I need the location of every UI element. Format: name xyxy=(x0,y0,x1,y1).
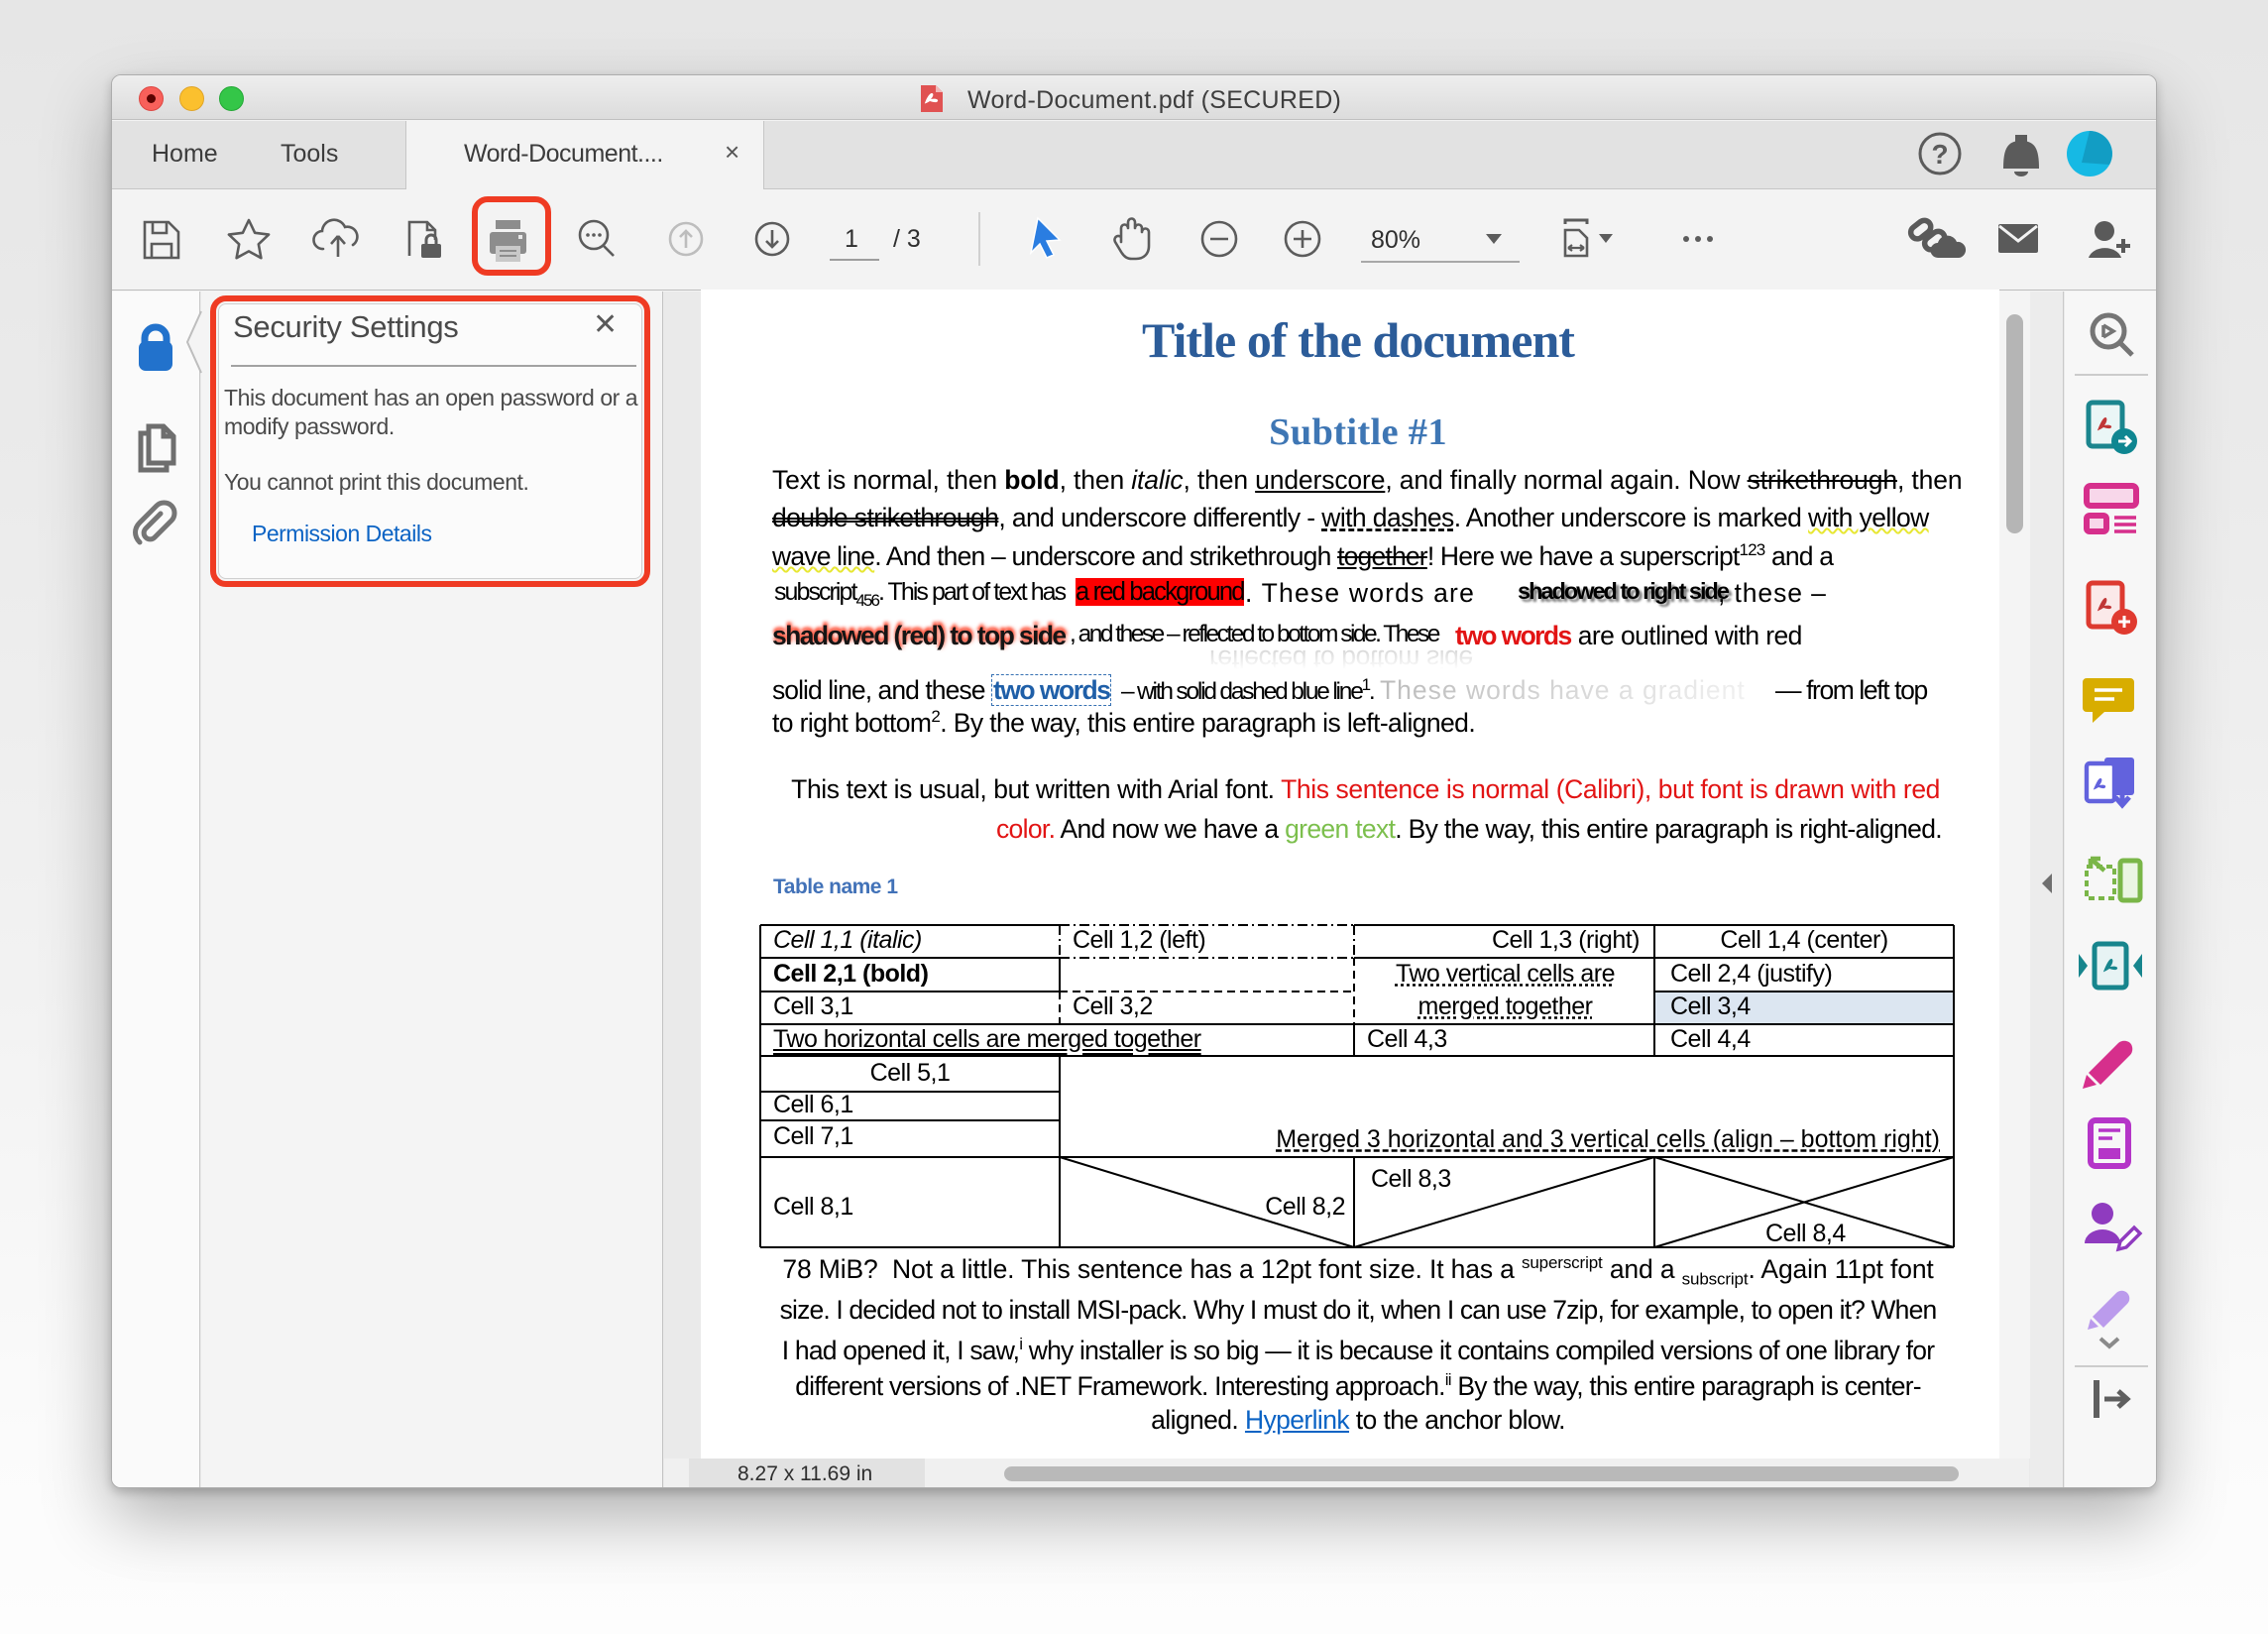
svg-text:/ 3: / 3 xyxy=(893,225,921,253)
svg-text:80%: 80% xyxy=(1371,226,1420,254)
svg-text:1: 1 xyxy=(845,225,858,253)
svg-text:?: ? xyxy=(1931,139,1948,170)
